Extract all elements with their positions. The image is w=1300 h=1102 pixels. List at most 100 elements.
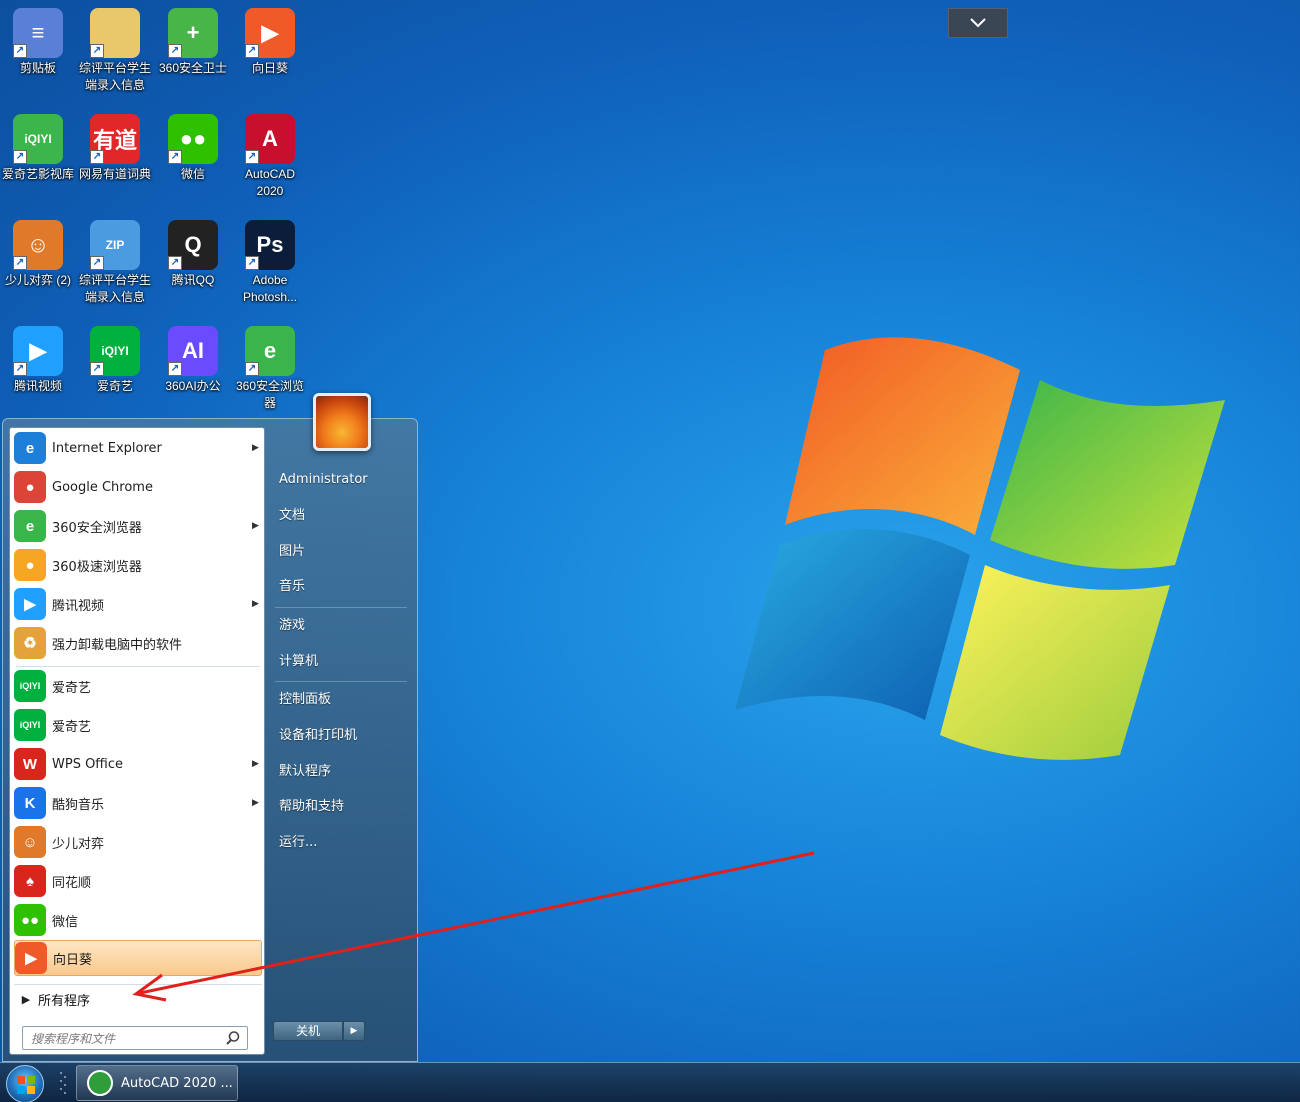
- desktop-icon-zip[interactable]: ZIP ↗ 综评平台学生端录入信息: [76, 214, 154, 306]
- desktop-icon-photoshop[interactable]: Ps ↗ Adobe Photosh...: [231, 214, 309, 306]
- shortcut-arrow-icon: ↗: [90, 362, 104, 376]
- program-item-chrome[interactable]: ● Google Chrome: [14, 469, 262, 505]
- user-avatar[interactable]: [313, 393, 371, 451]
- program-item-ie[interactable]: e Internet Explorer ▶: [14, 430, 262, 466]
- program-item-iqiyi[interactable]: iQIYI 爱奇艺: [14, 707, 262, 743]
- start-menu-place-9[interactable]: 帮助和支持: [273, 792, 411, 822]
- desktop-icon-label: 360安全浏览器: [235, 379, 305, 410]
- program-item-360-browser[interactable]: e 360安全浏览器 ▶: [14, 508, 262, 544]
- program-label: 爱奇艺: [52, 680, 92, 696]
- sunlogin-icon: ▶: [15, 942, 47, 974]
- start-menu-place-10[interactable]: 运行...: [273, 828, 411, 858]
- desktop-icon-label: 腾讯视频: [13, 379, 62, 393]
- iqiyi-folder-icon: iQIYI ↗: [13, 114, 63, 164]
- start-menu-place-4[interactable]: 游戏: [273, 611, 411, 641]
- chevron-right-icon: ▶: [21, 993, 31, 1006]
- desktop-icon-clipboard[interactable]: ≡ ↗ 剪贴板: [0, 2, 77, 77]
- start-menu: e Internet Explorer ▶ ● Google Chrome e 360安全浏…: [2, 393, 418, 1062]
- 360-safe-icon: + ↗: [168, 8, 218, 58]
- search-icon[interactable]: [225, 1030, 241, 1046]
- program-label: 酷狗音乐: [52, 797, 105, 813]
- desktop-icon-youdao[interactable]: 有道 ↗ 网易有道词典: [76, 108, 154, 183]
- start-menu-place-8[interactable]: 默认程序: [273, 757, 411, 787]
- start-menu-place-3[interactable]: 音乐: [273, 572, 411, 602]
- start-menu-place-7[interactable]: 设备和打印机: [273, 721, 411, 751]
- submenu-arrow-icon[interactable]: ▶: [252, 443, 262, 453]
- program-item-uninstall[interactable]: ♻ 强力卸载电脑中的软件: [14, 625, 262, 661]
- top-collapse-button[interactable]: [948, 8, 1008, 38]
- folder-icon: ↗: [90, 8, 140, 58]
- program-item-iqiyi[interactable]: iQIYI 爱奇艺: [14, 668, 262, 704]
- start-button[interactable]: [6, 1065, 44, 1102]
- desktop-icon-label: Adobe Photosh...: [242, 273, 298, 304]
- desktop-icon-label: 微信: [180, 167, 205, 181]
- start-menu-programs-pane: e Internet Explorer ▶ ● Google Chrome e 360安全浏…: [9, 427, 265, 1055]
- taskbar-grip[interactable]: [58, 1069, 68, 1097]
- start-menu-place-1[interactable]: 文档: [273, 501, 411, 531]
- program-item-tonghuashun[interactable]: ♠ 同花顺: [14, 863, 262, 899]
- program-label: 腾讯视频: [52, 598, 105, 614]
- search-placeholder: 搜索程序和文件: [31, 1032, 116, 1046]
- desktop-icon-label: 剪贴板: [19, 61, 56, 75]
- program-label: 微信: [52, 914, 79, 930]
- program-item-tencent-video[interactable]: ▶ 腾讯视频 ▶: [14, 586, 262, 622]
- shutdown-options-button[interactable]: ▶: [343, 1021, 365, 1041]
- start-menu-place-0[interactable]: Administrator: [273, 465, 411, 495]
- start-menu-place-5[interactable]: 计算机: [273, 647, 411, 677]
- desktop-icon-autocad[interactable]: A ↗ AutoCAD 2020: [231, 108, 309, 200]
- program-item-wps[interactable]: W WPS Office ▶: [14, 746, 262, 782]
- desktop-icon-label: 网易有道词典: [78, 167, 151, 181]
- autocad-icon: A ↗: [245, 114, 295, 164]
- desktop-icon-wechat[interactable]: ●● ↗ 微信: [154, 108, 232, 183]
- taskbar-button-autocad[interactable]: AutoCAD 2020 ...: [76, 1065, 238, 1101]
- desktop-icon-label: 向日葵: [251, 61, 288, 75]
- program-item-sunlogin[interactable]: ▶ 向日葵: [14, 940, 262, 976]
- shortcut-arrow-icon: ↗: [245, 256, 259, 270]
- desktop-icon-iqiyi-folder[interactable]: iQIYI ↗ 爱奇艺影视库: [0, 108, 77, 183]
- 360-browser-icon: e ↗: [245, 326, 295, 376]
- shutdown-button[interactable]: 关机: [273, 1021, 343, 1041]
- program-item-360-speed-browser[interactable]: ● 360极速浏览器: [14, 547, 262, 583]
- tonghuashun-icon: ♠: [14, 865, 46, 897]
- all-programs-button[interactable]: ▶ 所有程序: [14, 984, 262, 1014]
- desktop-icon-qq[interactable]: Q ↗ 腾讯QQ: [154, 214, 232, 289]
- program-label: 强力卸载电脑中的软件: [52, 637, 183, 653]
- program-list-separator: [16, 666, 260, 667]
- program-label: Internet Explorer: [52, 440, 162, 456]
- submenu-arrow-icon[interactable]: ▶: [252, 521, 262, 531]
- desktop-icon-360-safe[interactable]: + ↗ 360安全卫士: [154, 2, 232, 77]
- desktop-icon-iqiyi[interactable]: iQIYI ↗ 爱奇艺: [76, 320, 154, 395]
- start-menu-place-2[interactable]: 图片: [273, 537, 411, 567]
- submenu-arrow-icon[interactable]: ▶: [252, 599, 262, 609]
- program-label: 少儿对弈: [52, 836, 105, 852]
- search-input[interactable]: 搜索程序和文件: [22, 1026, 248, 1050]
- submenu-arrow-icon[interactable]: ▶: [252, 798, 262, 808]
- desktop-icon-360-browser[interactable]: e ↗ 360安全浏览器: [231, 320, 309, 412]
- program-label: 360极速浏览器: [52, 559, 142, 575]
- clipboard-icon: ≡ ↗: [13, 8, 63, 58]
- program-label: 向日葵: [53, 952, 93, 968]
- submenu-arrow-icon[interactable]: ▶: [252, 759, 262, 769]
- desktop-icon-label: 爱奇艺: [96, 379, 133, 393]
- program-item-chess-kid[interactable]: ☺ 少儿对弈: [14, 824, 262, 860]
- desktop-icon-label: 综评平台学生端录入信息: [78, 61, 151, 92]
- desktop-icon-sunlogin[interactable]: ▶ ↗ 向日葵: [231, 2, 309, 77]
- iqiyi-icon: iQIYI ↗: [90, 326, 140, 376]
- desktop-icon-chess-kid[interactable]: ☺ ↗ 少儿对弈 (2): [0, 214, 77, 289]
- shortcut-arrow-icon: ↗: [168, 44, 182, 58]
- youdao-icon: 有道 ↗: [90, 114, 140, 164]
- desktop-icon-360-ai[interactable]: AI ↗ 360AI办公: [154, 320, 232, 395]
- desktop-icon-tencent-video[interactable]: ▶ ↗ 腾讯视频: [0, 320, 77, 395]
- qq-icon: Q ↗: [168, 220, 218, 270]
- tencent-video-icon: ▶ ↗: [13, 326, 63, 376]
- kugou-icon: K: [14, 787, 46, 819]
- taskbar-window-title: AutoCAD 2020 ...: [121, 1075, 233, 1091]
- wallpaper-windows-logo: [735, 337, 1225, 760]
- program-item-wechat[interactable]: ●● 微信: [14, 902, 262, 938]
- desktop-icon-folder[interactable]: ↗ 综评平台学生端录入信息: [76, 2, 154, 94]
- shortcut-arrow-icon: ↗: [90, 256, 104, 270]
- program-item-kugou[interactable]: K 酷狗音乐 ▶: [14, 785, 262, 821]
- shortcut-arrow-icon: ↗: [168, 150, 182, 164]
- shortcut-arrow-icon: ↗: [13, 256, 27, 270]
- start-menu-place-6[interactable]: 控制面板: [273, 685, 411, 715]
